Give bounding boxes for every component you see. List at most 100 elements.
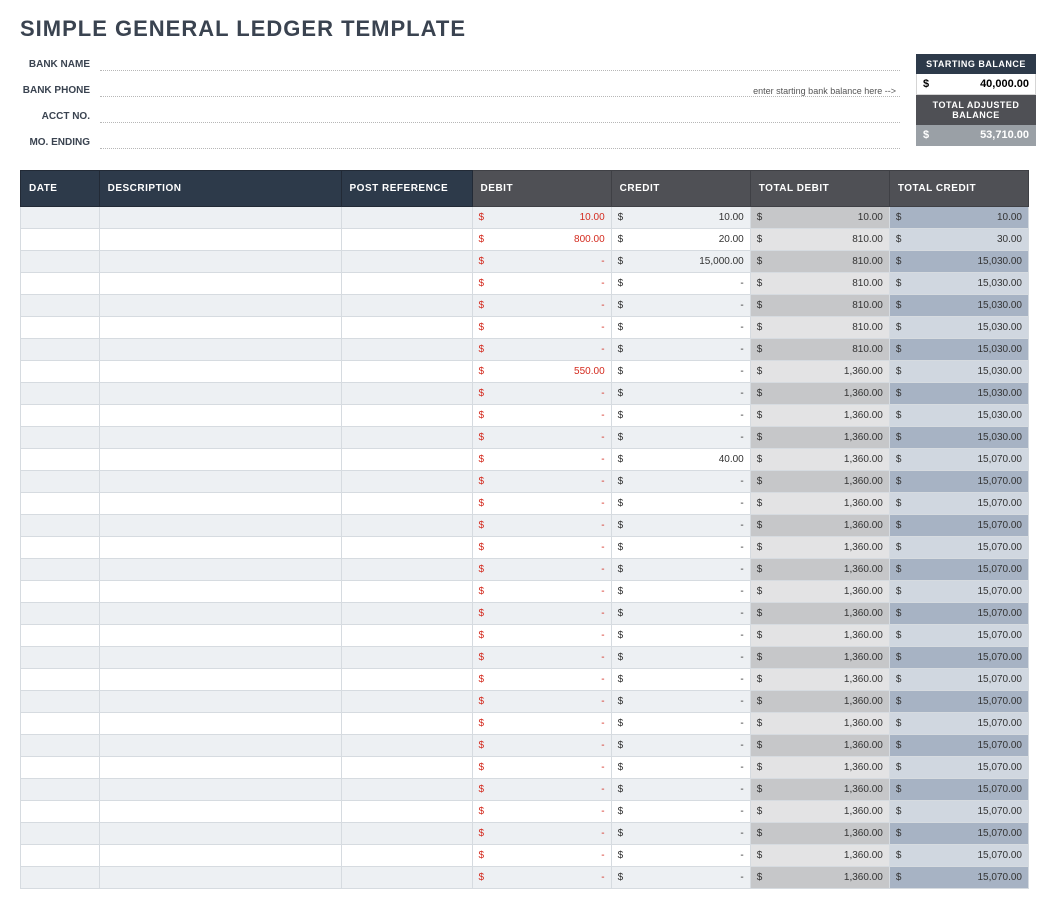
- cell-date[interactable]: [21, 383, 100, 405]
- cell-debit[interactable]: $-: [472, 647, 611, 669]
- cell-credit[interactable]: $40.00: [611, 449, 750, 471]
- cell-desc[interactable]: [99, 515, 341, 537]
- acct-no-input[interactable]: [100, 109, 900, 123]
- cell-post[interactable]: [341, 537, 472, 559]
- cell-date[interactable]: [21, 515, 100, 537]
- cell-debit[interactable]: $-: [472, 845, 611, 867]
- cell-post[interactable]: [341, 317, 472, 339]
- cell-date[interactable]: [21, 845, 100, 867]
- cell-post[interactable]: [341, 559, 472, 581]
- cell-desc[interactable]: [99, 625, 341, 647]
- cell-post[interactable]: [341, 339, 472, 361]
- cell-debit[interactable]: $-: [472, 295, 611, 317]
- cell-date[interactable]: [21, 273, 100, 295]
- cell-date[interactable]: [21, 405, 100, 427]
- cell-desc[interactable]: [99, 207, 341, 229]
- cell-date[interactable]: [21, 691, 100, 713]
- cell-date[interactable]: [21, 647, 100, 669]
- cell-desc[interactable]: [99, 779, 341, 801]
- cell-desc[interactable]: [99, 713, 341, 735]
- cell-desc[interactable]: [99, 317, 341, 339]
- cell-desc[interactable]: [99, 405, 341, 427]
- cell-desc[interactable]: [99, 603, 341, 625]
- cell-credit[interactable]: $-: [611, 713, 750, 735]
- starting-balance-value[interactable]: $ 40,000.00: [916, 74, 1036, 95]
- cell-date[interactable]: [21, 229, 100, 251]
- cell-desc[interactable]: [99, 757, 341, 779]
- cell-date[interactable]: [21, 779, 100, 801]
- cell-desc[interactable]: [99, 845, 341, 867]
- cell-date[interactable]: [21, 537, 100, 559]
- cell-debit[interactable]: $-: [472, 713, 611, 735]
- cell-credit[interactable]: $-: [611, 647, 750, 669]
- cell-post[interactable]: [341, 735, 472, 757]
- cell-debit[interactable]: $800.00: [472, 229, 611, 251]
- cell-post[interactable]: [341, 801, 472, 823]
- bank-phone-input[interactable]: enter starting bank balance here -->: [100, 83, 900, 97]
- cell-date[interactable]: [21, 735, 100, 757]
- cell-credit[interactable]: $15,000.00: [611, 251, 750, 273]
- cell-desc[interactable]: [99, 251, 341, 273]
- cell-credit[interactable]: $-: [611, 603, 750, 625]
- cell-credit[interactable]: $-: [611, 757, 750, 779]
- cell-credit[interactable]: $-: [611, 515, 750, 537]
- cell-debit[interactable]: $10.00: [472, 207, 611, 229]
- cell-date[interactable]: [21, 361, 100, 383]
- cell-credit[interactable]: $-: [611, 867, 750, 889]
- cell-debit[interactable]: $-: [472, 427, 611, 449]
- cell-desc[interactable]: [99, 647, 341, 669]
- cell-desc[interactable]: [99, 581, 341, 603]
- cell-credit[interactable]: $-: [611, 405, 750, 427]
- cell-post[interactable]: [341, 383, 472, 405]
- cell-post[interactable]: [341, 581, 472, 603]
- cell-date[interactable]: [21, 427, 100, 449]
- cell-debit[interactable]: $-: [472, 339, 611, 361]
- cell-credit[interactable]: $-: [611, 669, 750, 691]
- cell-debit[interactable]: $-: [472, 779, 611, 801]
- cell-date[interactable]: [21, 603, 100, 625]
- cell-date[interactable]: [21, 251, 100, 273]
- cell-debit[interactable]: $-: [472, 449, 611, 471]
- cell-debit[interactable]: $-: [472, 603, 611, 625]
- cell-date[interactable]: [21, 757, 100, 779]
- cell-post[interactable]: [341, 823, 472, 845]
- cell-debit[interactable]: $-: [472, 669, 611, 691]
- cell-debit[interactable]: $-: [472, 383, 611, 405]
- cell-credit[interactable]: $-: [611, 537, 750, 559]
- cell-desc[interactable]: [99, 823, 341, 845]
- cell-debit[interactable]: $-: [472, 823, 611, 845]
- cell-desc[interactable]: [99, 427, 341, 449]
- cell-desc[interactable]: [99, 559, 341, 581]
- cell-post[interactable]: [341, 295, 472, 317]
- cell-post[interactable]: [341, 361, 472, 383]
- bank-name-input[interactable]: [100, 57, 900, 71]
- cell-desc[interactable]: [99, 735, 341, 757]
- cell-desc[interactable]: [99, 669, 341, 691]
- cell-post[interactable]: [341, 405, 472, 427]
- cell-post[interactable]: [341, 867, 472, 889]
- cell-desc[interactable]: [99, 867, 341, 889]
- cell-credit[interactable]: $-: [611, 779, 750, 801]
- cell-date[interactable]: [21, 713, 100, 735]
- cell-date[interactable]: [21, 339, 100, 361]
- cell-post[interactable]: [341, 603, 472, 625]
- cell-post[interactable]: [341, 647, 472, 669]
- cell-credit[interactable]: $-: [611, 427, 750, 449]
- cell-credit[interactable]: $-: [611, 845, 750, 867]
- cell-debit[interactable]: $-: [472, 801, 611, 823]
- cell-desc[interactable]: [99, 537, 341, 559]
- cell-debit[interactable]: $-: [472, 559, 611, 581]
- cell-date[interactable]: [21, 449, 100, 471]
- cell-date[interactable]: [21, 625, 100, 647]
- cell-date[interactable]: [21, 559, 100, 581]
- cell-post[interactable]: [341, 779, 472, 801]
- cell-date[interactable]: [21, 669, 100, 691]
- cell-post[interactable]: [341, 515, 472, 537]
- cell-date[interactable]: [21, 207, 100, 229]
- cell-desc[interactable]: [99, 383, 341, 405]
- cell-post[interactable]: [341, 757, 472, 779]
- cell-post[interactable]: [341, 691, 472, 713]
- cell-post[interactable]: [341, 207, 472, 229]
- cell-debit[interactable]: $-: [472, 691, 611, 713]
- cell-credit[interactable]: $-: [611, 295, 750, 317]
